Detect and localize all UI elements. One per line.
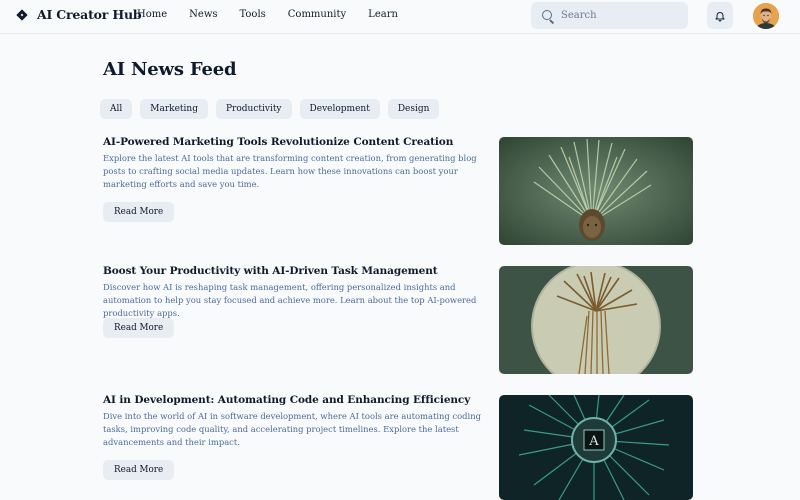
article-image: A <box>499 395 693 500</box>
bell-icon <box>715 11 725 21</box>
read-more-button[interactable]: Read More <box>103 318 175 338</box>
news-article: AI in Development: Automating Code and E… <box>103 394 693 500</box>
brand-logo[interactable]: AI Creator Hub <box>16 7 142 22</box>
article-image <box>499 266 693 374</box>
search-bar[interactable] <box>531 2 688 29</box>
category-filters: All Marketing Productivity Development D… <box>100 99 440 119</box>
search-icon <box>541 9 555 23</box>
article-image <box>499 137 693 245</box>
read-more-button[interactable]: Read More <box>103 460 175 480</box>
notifications-button[interactable] <box>707 2 733 29</box>
news-article: AI-Powered Marketing Tools Revolutionize… <box>103 136 693 246</box>
news-article: Boost Your Productivity with AI-Driven T… <box>103 265 693 375</box>
filter-chip-marketing[interactable]: Marketing <box>140 99 208 119</box>
nav-link-home[interactable]: Home <box>137 9 167 20</box>
filter-chip-development[interactable]: Development <box>299 99 380 119</box>
article-thumbnail[interactable] <box>499 266 693 374</box>
filter-chip-productivity[interactable]: Productivity <box>215 99 292 119</box>
filter-chip-design[interactable]: Design <box>387 99 440 119</box>
page-title: AI News Feed <box>103 59 237 80</box>
main-nav: Home News Tools Community Learn <box>137 9 398 20</box>
article-summary: Dive into the world of AI in software de… <box>103 411 481 447</box>
nav-link-learn[interactable]: Learn <box>368 9 398 20</box>
nav-link-tools[interactable]: Tools <box>240 9 266 20</box>
article-summary: Discover how AI is reshaping task manage… <box>103 282 477 318</box>
user-avatar[interactable] <box>753 3 779 29</box>
filter-chip-all[interactable]: All <box>100 99 133 119</box>
article-thumbnail[interactable] <box>499 137 693 245</box>
nav-link-community[interactable]: Community <box>288 9 346 20</box>
search-input[interactable] <box>561 10 681 21</box>
nav-link-news[interactable]: News <box>189 9 217 20</box>
diamond-logo-icon <box>16 9 28 21</box>
top-navbar: AI Creator Hub Home News Tools Community… <box>0 0 800 34</box>
read-more-button[interactable]: Read More <box>103 202 175 222</box>
brand-name: AI Creator Hub <box>37 7 142 22</box>
avatar-image <box>753 3 779 29</box>
svg-text:A: A <box>588 434 599 449</box>
article-thumbnail[interactable]: A <box>499 395 693 500</box>
article-summary: Explore the latest AI tools that are tra… <box>103 153 477 189</box>
